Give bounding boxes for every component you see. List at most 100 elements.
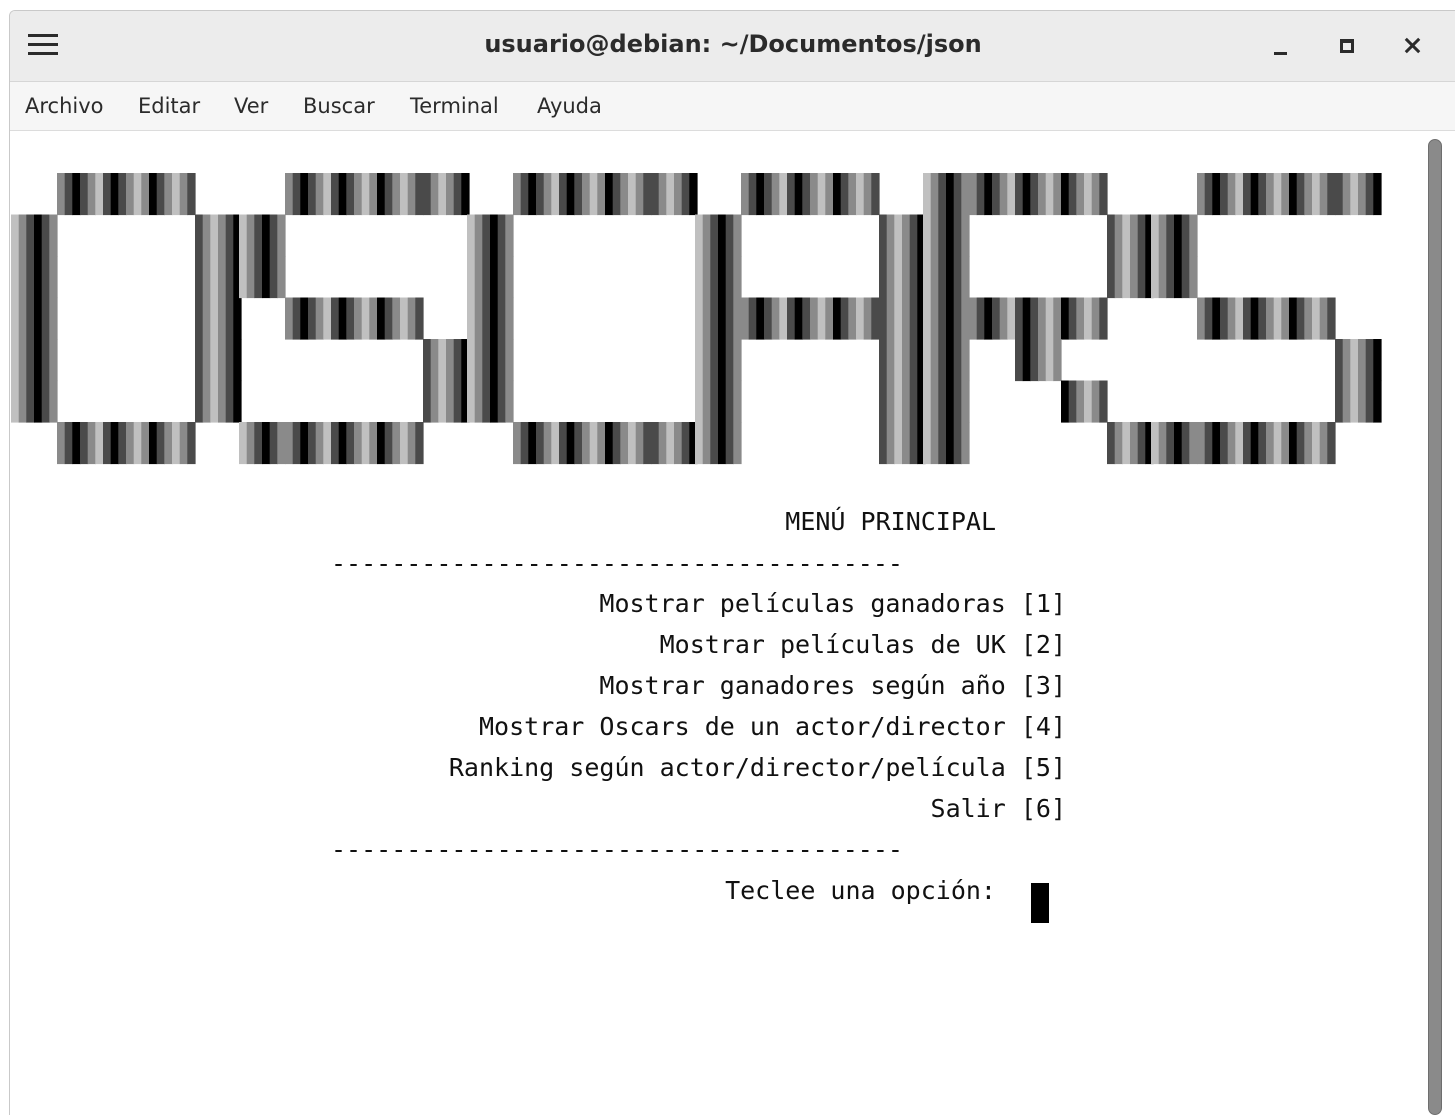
banner-pixel — [1227, 297, 1236, 340]
banner-pixel — [315, 297, 324, 340]
banner-pixel — [218, 214, 227, 257]
menu-archivo[interactable]: Archivo — [25, 94, 104, 118]
banner-pixel — [262, 422, 271, 465]
banner-pixel — [18, 380, 27, 423]
banner-pixel — [1365, 339, 1374, 382]
banner-pixel — [1327, 422, 1336, 465]
banner-pixel — [225, 380, 234, 423]
banner-pixel — [748, 173, 757, 216]
banner-pixel — [1166, 256, 1175, 299]
banner-pixel — [681, 173, 690, 216]
banner-pixel — [1281, 173, 1290, 216]
banner-pixel — [1365, 380, 1374, 423]
menu-buscar[interactable]: Buscar — [303, 94, 375, 118]
banner-pixel — [446, 339, 455, 382]
banner-pixel — [315, 173, 324, 216]
banner-pixel — [513, 173, 522, 216]
banner-pixel — [551, 422, 560, 465]
banner-pixel — [384, 422, 393, 465]
banner-pixel — [938, 422, 947, 465]
scrollbar[interactable] — [1424, 139, 1446, 1115]
banner-pixel — [164, 173, 173, 216]
banner-pixel — [254, 422, 263, 465]
banner-pixel — [1227, 422, 1236, 465]
banner-pixel — [1350, 173, 1359, 216]
terminal-output[interactable]: MENÚ PRINCIPAL -------------------------… — [10, 131, 1455, 1115]
banner-pixel — [369, 297, 378, 340]
banner-pixel — [225, 297, 234, 340]
banner-pixel — [415, 173, 424, 216]
banner-pixel — [520, 173, 529, 216]
option-row-6: Salir [6] — [931, 794, 1066, 824]
banner-pixel — [909, 422, 918, 465]
terminal-window: usuario@debian: ~/Documentos/json Archiv… — [9, 10, 1455, 1115]
banner-pixel — [95, 422, 104, 465]
banner-pixel — [41, 214, 50, 257]
banner-pixel — [1235, 173, 1244, 216]
banner-pixel — [11, 256, 20, 299]
banner-pixel — [923, 214, 932, 257]
banner-pixel — [315, 422, 324, 465]
option-label: Ranking según actor/director/película — [448, 753, 1006, 782]
banner-pixel — [528, 422, 537, 465]
banner-pixel — [946, 339, 955, 382]
menu-editar[interactable]: Editar — [138, 94, 200, 118]
banner-pixel — [802, 173, 811, 216]
banner-pixel — [909, 380, 918, 423]
banner-pixel — [246, 256, 255, 299]
banner-pixel — [651, 173, 660, 216]
banner-pixel — [149, 422, 158, 465]
banner-pixel — [361, 173, 370, 216]
banner-pixel — [1022, 173, 1031, 216]
close-icon[interactable] — [1397, 31, 1427, 61]
banner-pixel — [210, 380, 219, 423]
title-bar[interactable]: usuario@debian: ~/Documentos/json — [10, 11, 1455, 82]
banner-pixel — [802, 297, 811, 340]
banner-pixel — [1335, 339, 1344, 382]
banner-pixel — [961, 173, 970, 216]
banner-pixel — [710, 380, 719, 423]
banner-pixel — [930, 256, 939, 299]
banner-pixel — [1258, 422, 1267, 465]
banner-pixel — [482, 380, 491, 423]
banner-pixel — [695, 297, 704, 340]
banner-pixel — [474, 380, 483, 423]
banner-pixel — [331, 422, 340, 465]
banner-pixel — [666, 173, 675, 216]
banner-pixel — [446, 380, 455, 423]
banner-pixel — [886, 256, 895, 299]
banner-pixel — [513, 422, 522, 465]
banner-pixel — [285, 173, 294, 216]
banner-pixel — [787, 297, 796, 340]
banner-pixel — [658, 173, 667, 216]
banner-pixel — [543, 422, 552, 465]
banner-pixel — [1350, 339, 1359, 382]
menu-bar: Archivo Editar Ver Buscar Terminal Ayuda — [10, 82, 1455, 131]
banner-pixel — [246, 214, 255, 257]
menu-ayuda[interactable]: Ayuda — [537, 94, 602, 118]
banner-pixel — [695, 214, 704, 257]
banner-pixel — [794, 173, 803, 216]
banner-pixel — [741, 173, 750, 216]
menu-terminal[interactable]: Terminal — [410, 94, 499, 118]
banner-pixel — [1197, 173, 1206, 216]
minimize-icon[interactable] — [1265, 31, 1295, 61]
banner-pixel — [725, 256, 734, 299]
banner-pixel — [179, 173, 188, 216]
banner-pixel — [210, 256, 219, 299]
maximize-icon[interactable] — [1332, 31, 1362, 61]
banner-pixel — [225, 339, 234, 382]
banner-pixel — [1045, 339, 1054, 382]
banner-pixel — [202, 297, 211, 340]
banner-pixel — [262, 214, 271, 257]
banner-pixel — [810, 173, 819, 216]
banner-pixel — [505, 256, 514, 299]
banner-pixel — [894, 339, 903, 382]
banner-pixel — [41, 297, 50, 340]
banner-pixel — [559, 173, 568, 216]
scrollbar-thumb[interactable] — [1428, 139, 1442, 1115]
banner-pixel — [126, 173, 135, 216]
banner-pixel — [1053, 297, 1062, 340]
menu-ver[interactable]: Ver — [234, 94, 268, 118]
banner-pixel — [1076, 380, 1085, 423]
